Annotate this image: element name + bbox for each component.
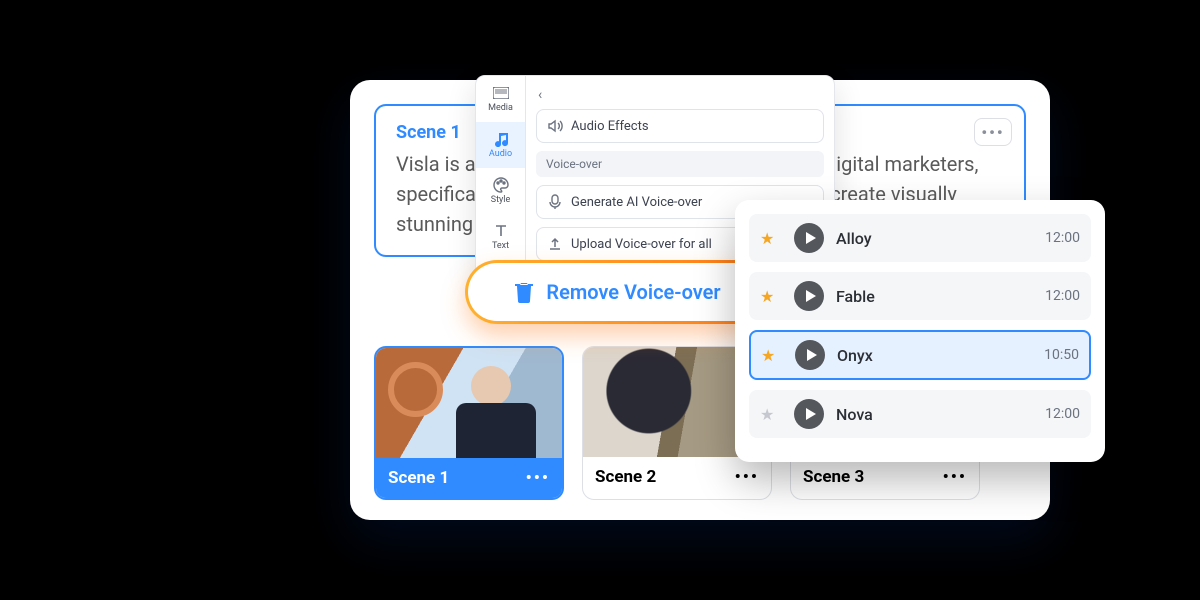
audio-effects-button[interactable]: Audio Effects [536, 109, 824, 143]
scene-thumb-more[interactable]: ••• [943, 467, 967, 487]
scene-thumb-label: Scene 1 [388, 468, 449, 488]
star-icon[interactable]: ★ [760, 229, 782, 248]
scene-thumb-more[interactable]: ••• [526, 468, 550, 488]
voiceover-section-label: Voice-over [536, 151, 824, 177]
play-button[interactable] [794, 223, 824, 253]
tab-text[interactable]: Text [476, 214, 525, 260]
tool-tab-rail: Media Audio Style Text [476, 76, 526, 283]
text-icon [493, 223, 509, 239]
speaker-icon [547, 118, 563, 134]
mic-icon [547, 194, 563, 210]
star-icon[interactable]: ★ [760, 405, 782, 424]
star-icon[interactable]: ★ [761, 346, 783, 365]
voice-row-alloy[interactable]: ★ Alloy 12:00 [749, 214, 1091, 262]
voice-row-onyx[interactable]: ★ Onyx 10:50 [749, 330, 1091, 380]
remove-voiceover-highlight: Remove Voice-over [465, 260, 770, 324]
scene-thumb-more[interactable]: ••• [735, 467, 759, 487]
scene-thumb-label: Scene 3 [803, 467, 864, 487]
palette-icon [493, 177, 509, 193]
play-button[interactable] [795, 340, 825, 370]
music-note-icon [493, 131, 509, 147]
voice-row-nova[interactable]: ★ Nova 12:00 [749, 390, 1091, 438]
media-icon [493, 85, 509, 101]
tab-media[interactable]: Media [476, 76, 525, 122]
star-icon[interactable]: ★ [760, 287, 782, 306]
scene-thumb-image [376, 348, 562, 458]
scene-thumb-label: Scene 2 [595, 467, 656, 487]
back-button[interactable]: ‹ [536, 85, 542, 109]
play-button[interactable] [794, 281, 824, 311]
tab-audio[interactable]: Audio [476, 122, 525, 168]
play-button[interactable] [794, 399, 824, 429]
tab-style[interactable]: Style [476, 168, 525, 214]
scene-thumb-1[interactable]: Scene 1 ••• [374, 346, 564, 500]
voice-row-fable[interactable]: ★ Fable 12:00 [749, 272, 1091, 320]
upload-icon [547, 236, 563, 252]
voice-list-popover: ★ Alloy 12:00 ★ Fable 12:00 ★ Onyx 10:50… [735, 200, 1105, 462]
remove-voiceover-button[interactable]: Remove Voice-over [468, 263, 767, 321]
trash-icon [514, 281, 534, 303]
scene-more-button[interactable]: ••• [974, 118, 1012, 146]
